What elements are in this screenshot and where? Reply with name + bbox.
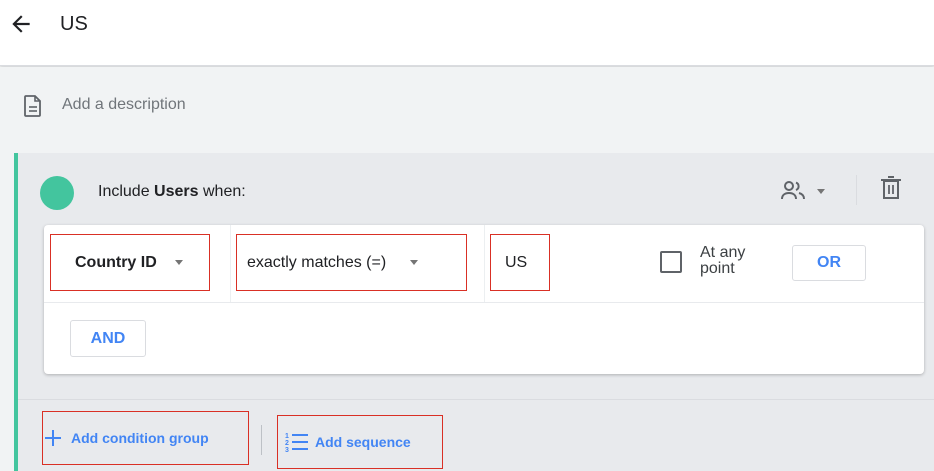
add-sequence-button[interactable]: 1 2 3 Add sequence (277, 415, 443, 469)
arrow-back-icon[interactable] (8, 11, 34, 37)
chevron-down-icon (410, 260, 419, 265)
svg-text:3: 3 (285, 447, 289, 453)
divider (44, 302, 924, 303)
svg-text:1: 1 (285, 433, 289, 440)
chevron-down-icon (817, 189, 825, 194)
include-statement: Include Users when: (98, 183, 246, 201)
include-suffix: when: (202, 183, 246, 200)
page-title: US (60, 13, 88, 35)
divider (856, 175, 857, 205)
add-condition-group-button[interactable]: Add condition group (42, 411, 249, 465)
list-numbered-icon: 1 2 3 (285, 433, 308, 453)
dimension-select[interactable]: Country ID (50, 234, 210, 291)
divider (18, 399, 934, 400)
at-any-point-label: At any point (700, 244, 746, 277)
at-any-point-checkbox[interactable] (660, 251, 682, 273)
header: US (0, 0, 934, 66)
condition-card: Country ID exactly matches (=) US At any… (44, 225, 924, 374)
and-button[interactable]: AND (70, 320, 146, 357)
people-icon (781, 181, 805, 200)
value-input[interactable]: US (490, 234, 550, 291)
description-input[interactable]: Add a description (62, 96, 186, 114)
include-prefix: Include (98, 183, 150, 200)
divider (230, 225, 231, 302)
group-color-dot (40, 176, 74, 210)
condition-group: Include Users when: Country ID exactly m… (14, 153, 934, 471)
trash-icon[interactable] (880, 175, 902, 201)
document-icon (24, 95, 41, 117)
add-sequence-label: Add sequence (315, 434, 411, 450)
chevron-down-icon (174, 260, 183, 265)
operator-value: exactly matches (=) (247, 253, 387, 271)
divider (261, 425, 262, 455)
scope-dropdown-button[interactable] (780, 175, 840, 209)
description-row[interactable]: Add a description (0, 67, 934, 151)
include-entity[interactable]: Users (154, 183, 198, 200)
value-text: US (505, 253, 528, 271)
svg-text:2: 2 (285, 440, 289, 447)
dimension-value: Country ID (75, 253, 157, 271)
operator-select[interactable]: exactly matches (=) (236, 234, 467, 291)
plus-icon (45, 430, 61, 446)
or-button[interactable]: OR (792, 245, 866, 281)
add-condition-group-label: Add condition group (71, 430, 209, 446)
divider (484, 225, 485, 302)
